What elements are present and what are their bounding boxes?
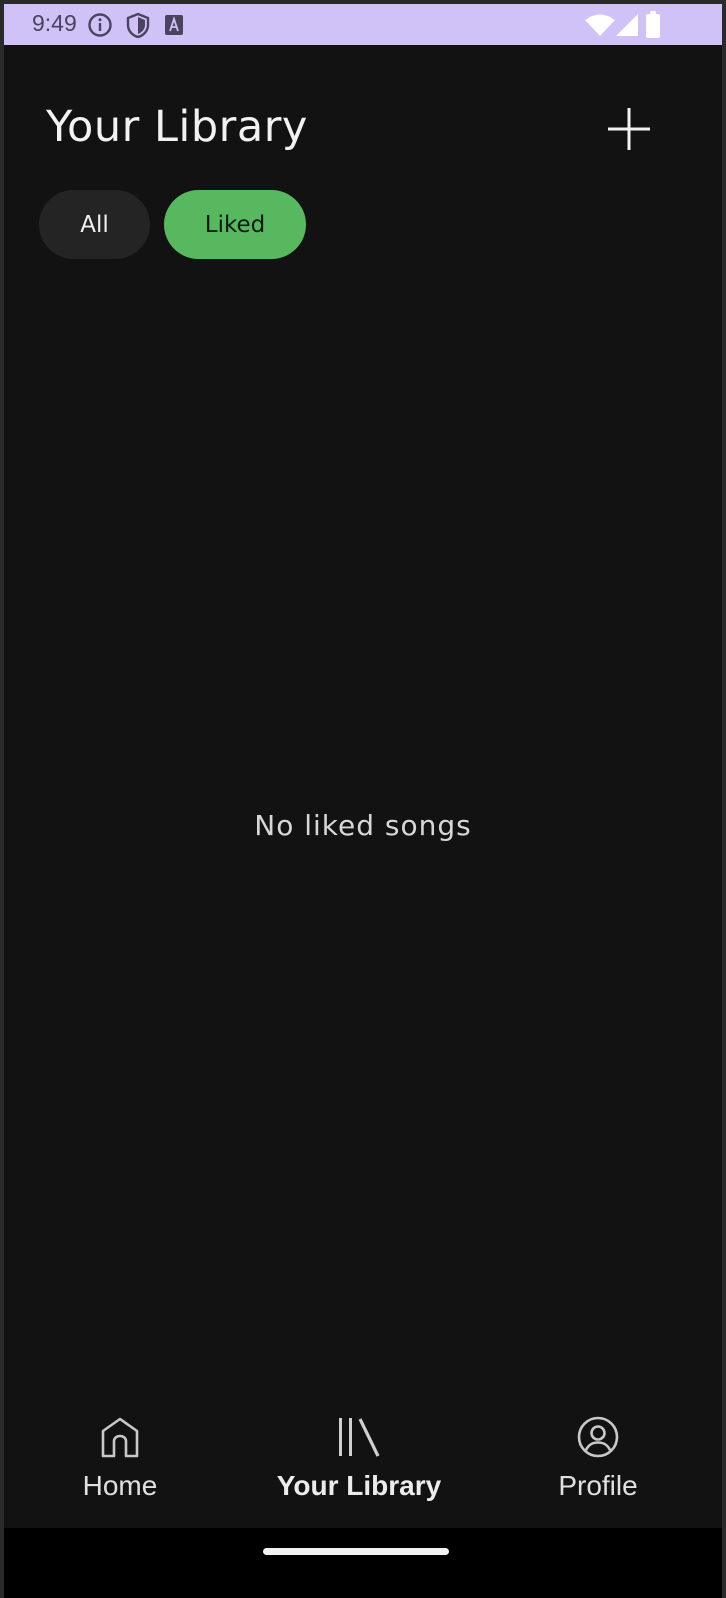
page-title: Your Library (46, 102, 308, 152)
empty-state-message: No liked songs (254, 809, 472, 842)
nav-item-your-library[interactable]: Your Library (249, 1394, 469, 1528)
status-time: 9:49 (32, 10, 77, 36)
status-bar: 9:49 (4, 4, 722, 45)
plus-icon (607, 107, 651, 155)
battery-icon (646, 11, 660, 42)
filter-chip-liked-label: Liked (204, 211, 266, 238)
nav-label-profile: Profile (558, 1470, 638, 1501)
bottom-navigation: Home Your Library Profile (4, 1394, 722, 1528)
filter-chip-all-label: All (80, 211, 109, 238)
library-icon (337, 1416, 381, 1462)
profile-icon (577, 1416, 619, 1462)
add-button[interactable] (596, 98, 662, 164)
nav-item-home[interactable]: Home (10, 1394, 230, 1528)
font-icon (164, 14, 184, 40)
filter-chip-liked[interactable]: Liked (164, 190, 306, 259)
nav-label-home: Home (82, 1470, 158, 1501)
gesture-bar-area (4, 1528, 722, 1598)
nav-label-your-library: Your Library (276, 1470, 442, 1501)
info-icon (87, 12, 113, 42)
filter-chip-all[interactable]: All (39, 190, 150, 259)
home-icon (99, 1416, 141, 1462)
wifi-icon (585, 13, 615, 41)
gesture-handle[interactable] (263, 1548, 449, 1555)
nav-item-profile[interactable]: Profile (488, 1394, 708, 1528)
cellular-icon (615, 13, 639, 41)
app-screen: 9:49 Your Library All Liked No liked son… (4, 4, 722, 1598)
shield-icon (125, 12, 151, 43)
